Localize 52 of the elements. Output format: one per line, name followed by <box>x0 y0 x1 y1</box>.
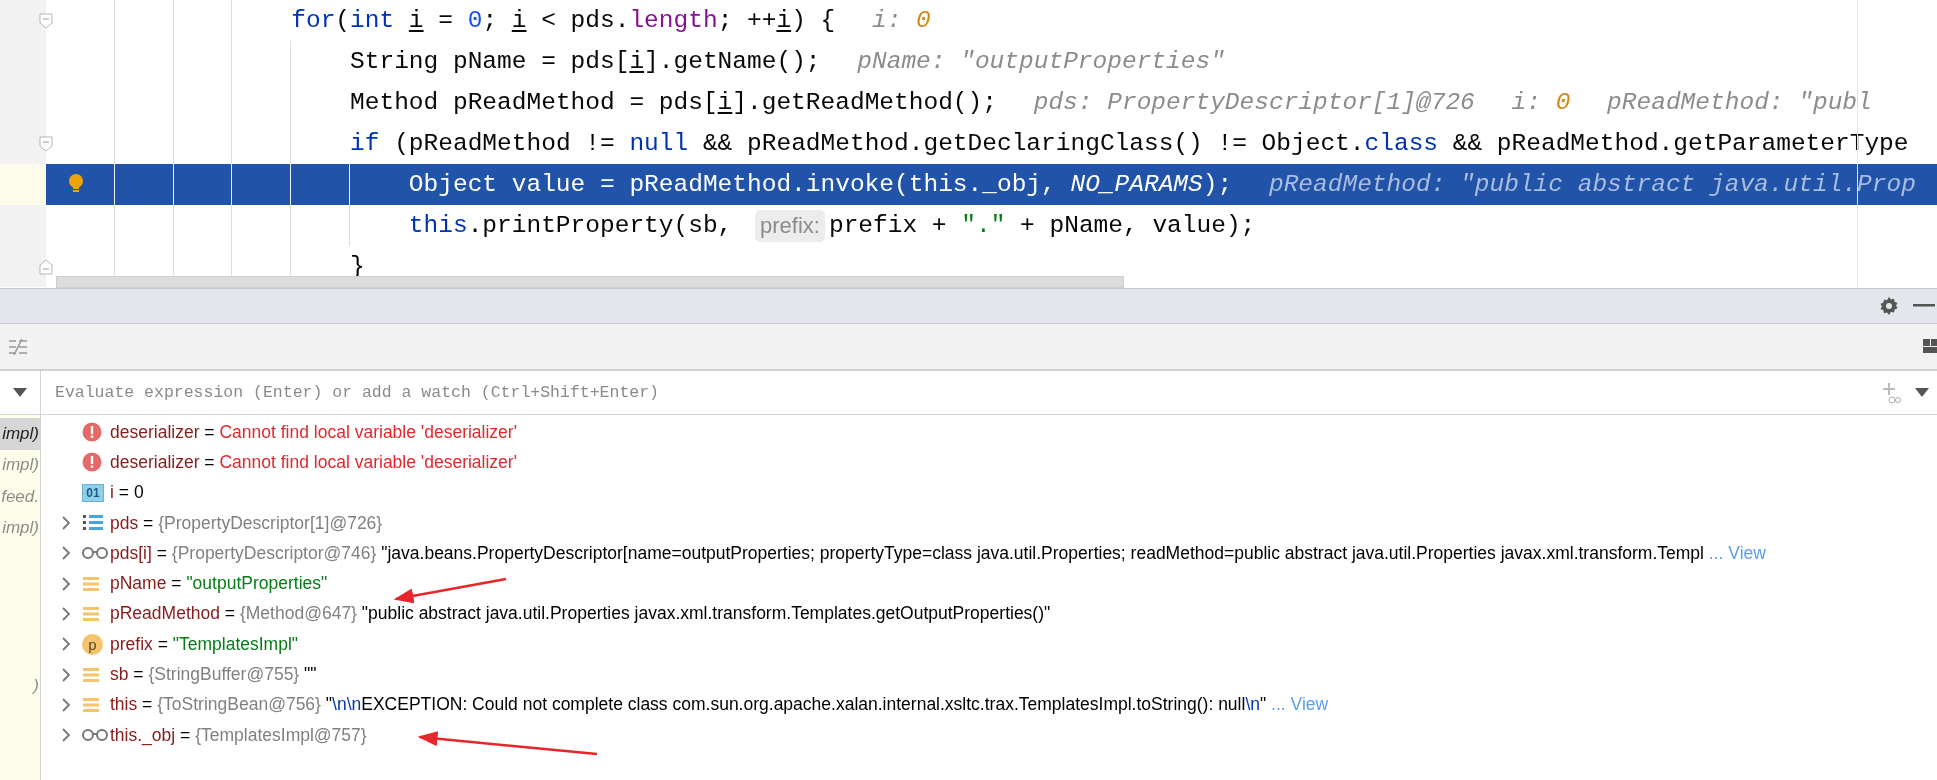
inline-value-hint: pReadMethod: "publ <box>1607 89 1872 116</box>
parameter-name-hint: prefix: <box>755 209 825 242</box>
code-text: if (pReadMethod != null && pReadMethod.getDeclaringClass() != Object.class && pReadMethod.getParameterType <box>350 130 1909 157</box>
code-text: prefix + "." + pName, value); <box>828 212 1256 239</box>
field-icon <box>82 695 100 714</box>
code-text: for(int i = 0; i < pds.length; ++i) { <box>291 7 836 34</box>
expression-input[interactable]: Evaluate expression (Enter) or add a watch (Ctrl+Shift+Enter) <box>53 382 1867 403</box>
glasses-icon <box>82 546 108 561</box>
code-text: this.printProperty(sb, <box>408 212 734 239</box>
variable-entry: this = {ToStringBean@756} "\n\nEXCEPTION: Could not complete class com.sun.org.apache.xalan.internal.xsltc.trax.TemplatesImpl.toString(): null\n" ... View <box>110 694 1329 716</box>
variable-entry: pds = {PropertyDescriptor[1]@726} <box>110 512 383 534</box>
minimize-icon[interactable] <box>1913 304 1935 308</box>
fold-marker-icon[interactable] <box>39 12 53 29</box>
fold-marker-icon[interactable] <box>39 258 53 275</box>
settings-icon[interactable] <box>1879 296 1899 316</box>
field-icon <box>82 604 100 623</box>
code-text: Method pReadMethod = pds[i].getReadMethod(); <box>350 89 997 116</box>
code-text: Object value = pReadMethod.invoke(this._obj, NO_PARAMS); <box>408 171 1233 198</box>
stack-frame[interactable]: impl) <box>0 418 40 450</box>
horizontal-scrollbar[interactable] <box>56 276 1124 288</box>
lightbulb-icon[interactable] <box>68 173 84 195</box>
variable-entry: i = 0 <box>110 482 144 504</box>
stack-frame[interactable]: feed. <box>0 481 40 513</box>
glasses-icon <box>82 728 108 743</box>
caret-icon[interactable] <box>1915 388 1929 397</box>
variable-entry: deserializer = Cannot find local variable 'deserializer' <box>110 451 517 473</box>
field-icon <box>82 574 100 593</box>
stack-frame[interactable]: impl) <box>0 449 40 481</box>
primitive-type-icon: 01 <box>82 483 104 502</box>
view-link[interactable]: ... View <box>1271 694 1329 715</box>
view-link[interactable]: ... View <box>1708 542 1766 563</box>
parameter-icon: p <box>82 633 103 655</box>
variable-entry: pds[i] = {PropertyDescriptor@746} "java.beans.PropertyDescriptor[name=outputProperties; propertyType=class java.util.Properties; readMethod=public abstract java.util.Properties javax.xml.transform.Templ ... View <box>110 542 1766 564</box>
variable-entry: pReadMethod = {Method@647} "public abstract java.util.Properties javax.xml.transform.Templates.getOutputProperties()" <box>110 603 1051 625</box>
inline-value-hint: i: 0 <box>1511 89 1571 116</box>
variable-entry: prefix = "TemplatesImpl" <box>110 633 299 655</box>
variable-entry: sb = {StringBuffer@755} "" <box>110 664 317 685</box>
stack-frame[interactable]: impl) <box>0 512 40 544</box>
stack-frame[interactable]: ) <box>0 670 40 702</box>
error-icon <box>82 452 102 473</box>
variable-entry: deserializer = Cannot find local variable 'deserializer' <box>110 421 517 443</box>
inline-value-hint: pds: PropertyDescriptor[1]@726 <box>1033 89 1475 116</box>
caret-icon[interactable] <box>13 388 27 397</box>
error-icon <box>82 422 102 443</box>
restore-layout-icon[interactable] <box>8 337 28 356</box>
inline-value-hint: i: 0 <box>872 7 931 34</box>
code-text: String pName = pds[i].getName(); <box>350 48 821 75</box>
variable-entry: pName = "outputProperties" <box>110 573 328 595</box>
field-icon <box>82 665 100 684</box>
variable-entry: this._obj = {TemplatesImpl@757} <box>110 724 367 746</box>
inline-value-hint: pName: "outputProperties" <box>857 48 1225 75</box>
fold-marker-icon[interactable] <box>39 135 53 152</box>
